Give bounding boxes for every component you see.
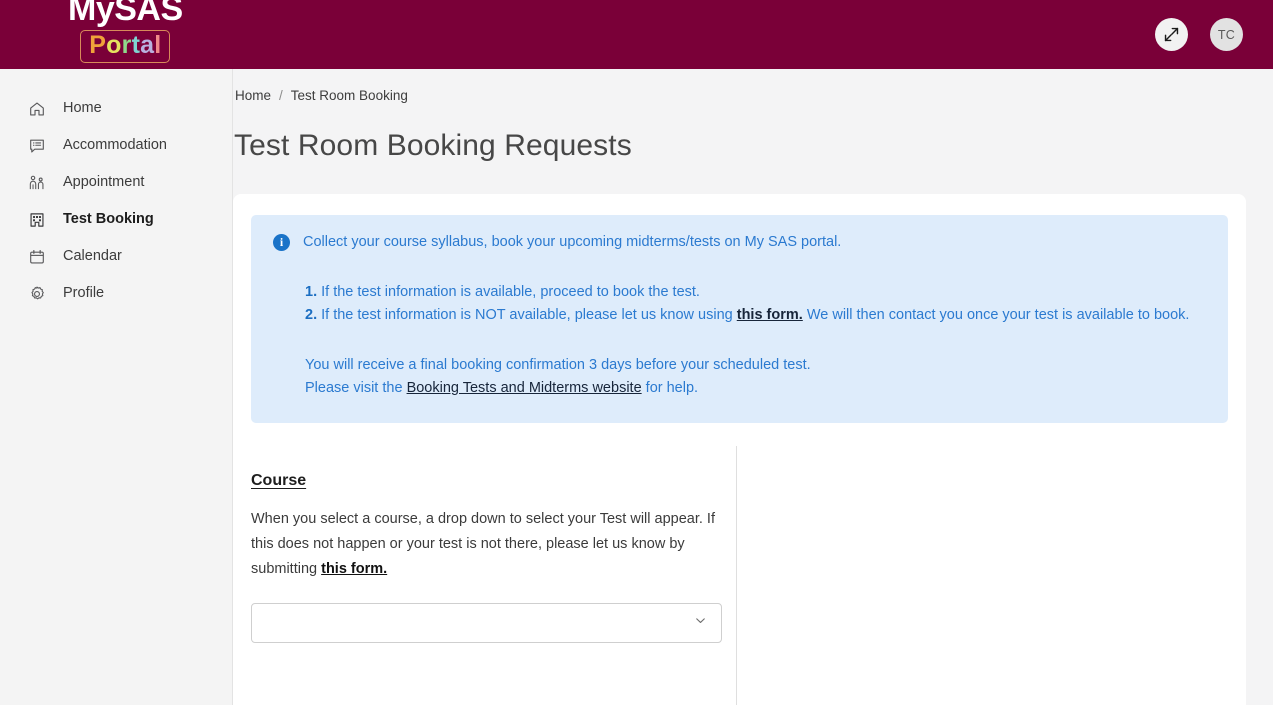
logo-portal-text: Portal (89, 30, 162, 60)
logo-letter-r: r (121, 30, 132, 59)
building-icon (27, 210, 46, 229)
sidebar-item-calendar[interactable]: Calendar (0, 238, 232, 275)
sidebar-item-label: Test Booking (63, 211, 154, 228)
top-header-bar: MySAS Portal TC (0, 0, 1273, 69)
sidebar-item-home[interactable]: Home (0, 90, 232, 127)
step-2-text-after: We will then contact you once your test … (806, 307, 1190, 324)
main-content: Home / Test Room Booking Test Room Booki… (233, 69, 1273, 705)
expand-diagonal-icon[interactable] (1155, 18, 1188, 51)
booking-card: i Collect your course syllabus, book you… (233, 194, 1246, 705)
info-banner-step-1: 1. If the test information is available,… (305, 281, 1206, 304)
course-section-description: When you select a course, a drop down to… (251, 507, 718, 582)
sidebar-item-test-booking[interactable]: Test Booking (0, 201, 232, 238)
logo-letter-o: o (106, 30, 122, 59)
sidebar-item-label: Appointment (63, 174, 145, 191)
app-logo[interactable]: MySAS Portal (68, 0, 183, 64)
sidebar-item-label: Calendar (63, 248, 122, 265)
home-icon (27, 99, 46, 118)
logo-letter-p: P (89, 30, 107, 59)
logo-mysas-text: MySAS (68, 0, 183, 28)
header-actions: TC (1155, 18, 1243, 51)
logo-letter-l: l (154, 30, 162, 59)
help-note: Please visit the Booking Tests and Midte… (305, 377, 1206, 400)
form-columns: Course When you select a course, a drop … (233, 446, 1246, 705)
this-form-link-banner[interactable]: this form. (737, 307, 803, 323)
chevron-down-icon[interactable] (693, 613, 708, 633)
step-2-number: 2. (305, 307, 318, 324)
gear-icon (27, 284, 46, 303)
info-circle-icon: i (273, 234, 290, 251)
info-banner-lead-row: i Collect your course syllabus, book you… (273, 233, 1206, 253)
step-1-number: 1. (305, 283, 318, 300)
test-column-empty (737, 446, 1246, 705)
sidebar-item-profile[interactable]: Profile (0, 275, 232, 312)
info-banner-lead-text: Collect your course syllabus, book your … (303, 234, 842, 250)
breadcrumb: Home / Test Room Booking (235, 69, 1273, 103)
sidebar-item-accommodation[interactable]: Accommodation (0, 127, 232, 164)
booking-tests-website-link[interactable]: Booking Tests and Midterms website (407, 380, 642, 396)
help-text-before: Please visit the (305, 380, 403, 397)
course-column: Course When you select a course, a drop … (233, 446, 737, 705)
people-icon (27, 173, 46, 192)
step-2-text-before: If the test information is NOT available… (321, 307, 733, 324)
confirmation-note: You will receive a final booking confirm… (305, 356, 811, 373)
sidebar-item-label: Profile (63, 285, 105, 302)
avatar[interactable]: TC (1210, 18, 1243, 51)
info-banner: i Collect your course syllabus, book you… (251, 215, 1228, 423)
course-section-heading: Course (251, 472, 307, 489)
info-banner-footer: You will receive a final booking confirm… (273, 354, 1206, 401)
message-icon (27, 136, 46, 155)
sidebar-item-label: Accommodation (63, 137, 167, 154)
course-select[interactable] (251, 602, 722, 643)
breadcrumb-home-link[interactable]: Home (235, 88, 271, 103)
sidebar-navigation: Home Accommodation Appointment Test Book… (0, 69, 233, 705)
sidebar-item-appointment[interactable]: Appointment (0, 164, 232, 201)
info-banner-step-2: 2. If the test information is NOT availa… (305, 304, 1206, 327)
sidebar-item-label: Home (63, 100, 102, 117)
avatar-initials: TC (1217, 27, 1236, 42)
this-form-link-course[interactable]: this form. (321, 561, 387, 577)
info-banner-steps: 1. If the test information is available,… (273, 281, 1206, 328)
step-1-text: If the test information is available, pr… (321, 283, 700, 300)
logo-letter-t: t (131, 30, 141, 59)
logo-portal-box: Portal (80, 29, 171, 64)
logo-letter-a: a (140, 30, 155, 59)
breadcrumb-current: Test Room Booking (290, 88, 408, 103)
calendar-icon (27, 247, 46, 266)
help-text-after: for help. (645, 380, 699, 397)
breadcrumb-separator: / (279, 88, 283, 103)
page-title: Test Room Booking Requests (234, 129, 632, 162)
